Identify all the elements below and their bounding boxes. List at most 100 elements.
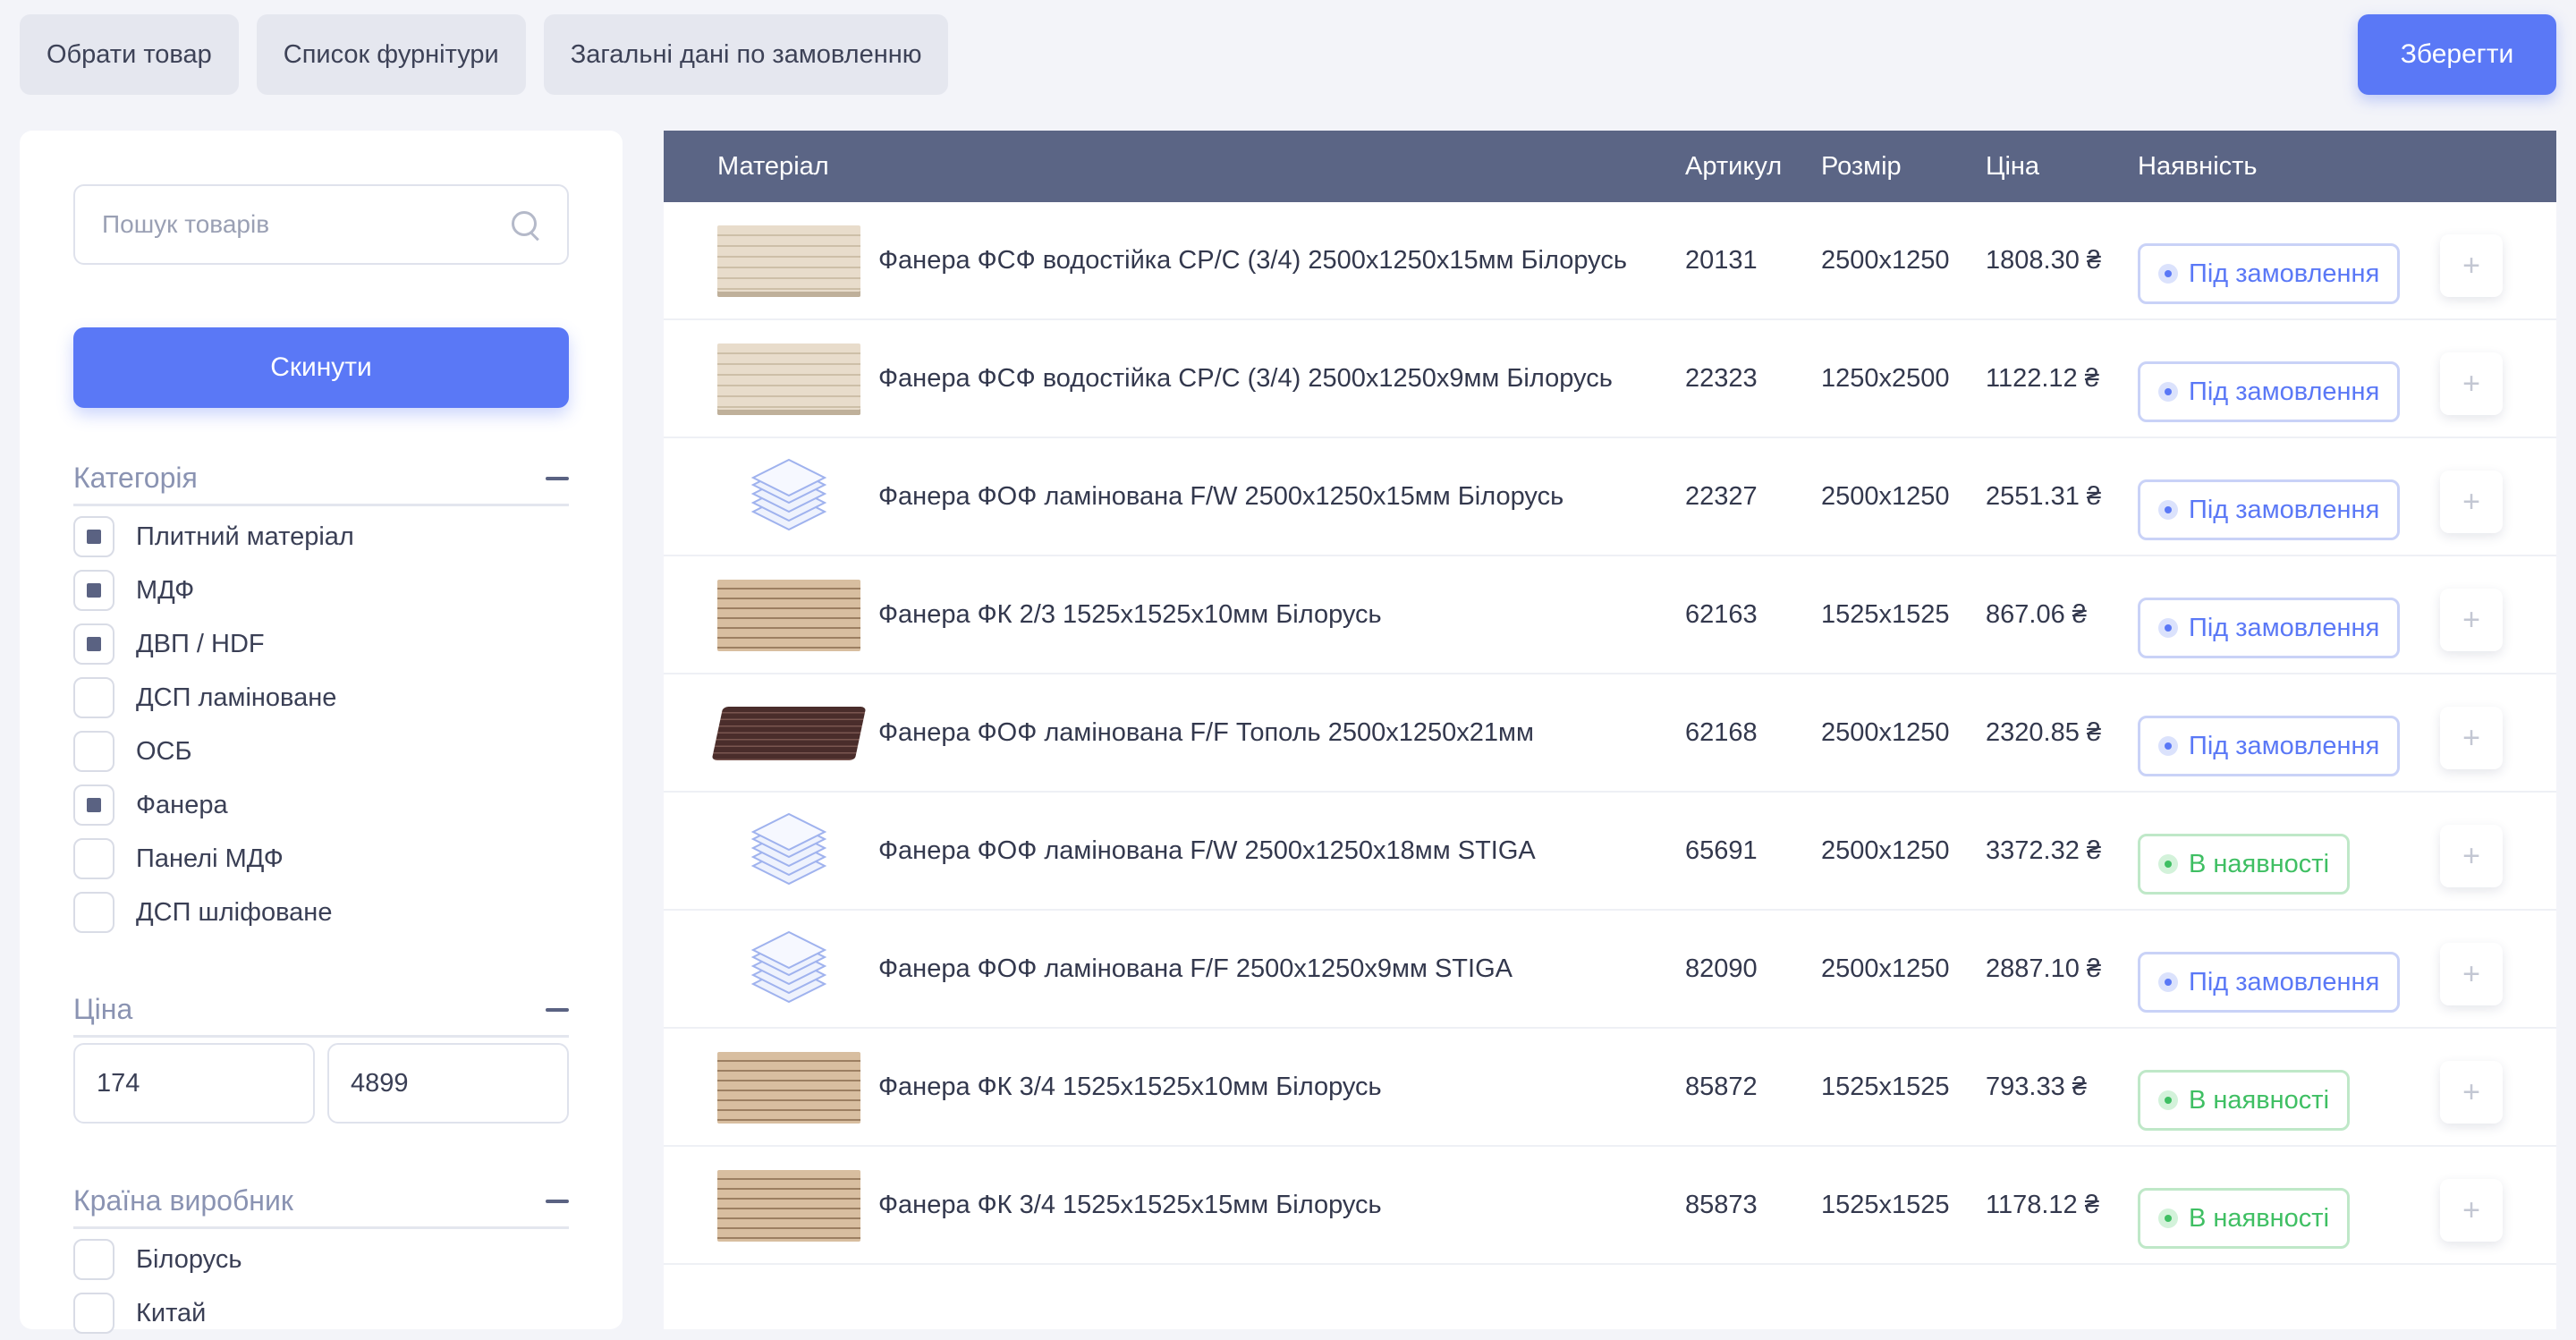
add-button[interactable]: +: [2440, 1179, 2503, 1242]
status-badge: Під замовлення: [2138, 479, 2401, 540]
product-thumbnail: [717, 1052, 860, 1124]
checkbox[interactable]: [73, 838, 114, 879]
search-input[interactable]: Пошук товарів: [73, 184, 569, 265]
checkbox[interactable]: [73, 623, 114, 665]
status-label: В наявності: [2189, 1203, 2330, 1233]
checkbox[interactable]: [73, 677, 114, 718]
product-price: 793.33 ₴: [1986, 1073, 2087, 1101]
checkbox[interactable]: [73, 784, 114, 826]
product-size: 1525х1525: [1821, 600, 1950, 629]
table-row[interactable]: Фанера ФОФ ламінована F/W 2500х1250х18мм…: [664, 793, 2556, 911]
status-dot-icon: [2158, 854, 2178, 874]
checkbox[interactable]: [73, 570, 114, 611]
search-placeholder: Пошук товарів: [102, 210, 270, 238]
product-name: Фанера ФК 3/4 1525х1525х15мм Білорусь: [878, 1191, 1382, 1219]
checkbox-label: ДСП ламіноване: [136, 683, 337, 712]
table-row[interactable]: Фанера ФК 2/3 1525х1525х10мм Білорусь 621…: [664, 556, 2556, 674]
status-dot-icon: [2158, 618, 2178, 638]
status-label: Під замовлення: [2189, 495, 2380, 524]
status-badge: Під замовлення: [2138, 952, 2401, 1013]
product-price: 1808.30 ₴: [1986, 246, 2102, 275]
reset-button[interactable]: Скинути: [73, 327, 569, 408]
checkbox-row[interactable]: ДСП шліфоване: [73, 886, 569, 939]
add-button[interactable]: +: [2440, 471, 2503, 533]
status-label: Під замовлення: [2189, 967, 2380, 997]
add-button[interactable]: +: [2440, 589, 2503, 651]
status-label: Під замовлення: [2189, 259, 2380, 288]
product-size: 2500х1250: [1821, 718, 1950, 747]
tab-hardware-list[interactable]: Список фурнітури: [256, 14, 526, 95]
product-thumbnail: [711, 707, 867, 760]
status-badge: Під замовлення: [2138, 243, 2401, 304]
save-button[interactable]: Зберегти: [2358, 14, 2556, 95]
product-article: 62163: [1685, 600, 1758, 629]
product-price: 3372.32 ₴: [1986, 836, 2102, 865]
checkbox[interactable]: [73, 1239, 114, 1280]
category-section-header[interactable]: Категорія: [73, 453, 569, 506]
tab-select-product[interactable]: Обрати товар: [20, 14, 239, 95]
checkbox[interactable]: [73, 1293, 114, 1334]
collapse-minus-icon[interactable]: [546, 1199, 569, 1203]
add-button[interactable]: +: [2440, 943, 2503, 1005]
plus-icon: +: [2462, 248, 2480, 283]
top-tabs: Обрати товар Список фурнітури Загальні д…: [20, 14, 949, 95]
status-dot-icon: [2158, 1090, 2178, 1110]
search-icon[interactable]: [510, 209, 540, 240]
product-name: Фанера ФСФ водостійка СР/С (3/4) 2500х12…: [878, 246, 1627, 275]
table-row[interactable]: Фанера ФСФ водостійка СР/С (3/4) 2500х12…: [664, 320, 2556, 438]
table-row[interactable]: Фанера ФОФ ламінована F/F Тополь 2500х12…: [664, 674, 2556, 793]
checkbox-row[interactable]: ДСП ламіноване: [73, 671, 569, 725]
add-button[interactable]: +: [2440, 707, 2503, 769]
product-name: Фанера ФК 3/4 1525х1525х10мм Білорусь: [878, 1073, 1382, 1101]
checkbox-row[interactable]: Китай: [73, 1286, 569, 1340]
product-price: 2551.31 ₴: [1986, 482, 2102, 511]
status-label: Під замовлення: [2189, 613, 2380, 642]
country-section-header[interactable]: Країна виробник: [73, 1175, 569, 1229]
checkbox[interactable]: [73, 516, 114, 557]
status-dot-icon: [2158, 1209, 2178, 1228]
price-max-input[interactable]: 4899: [327, 1043, 569, 1124]
status-badge: В наявності: [2138, 1188, 2351, 1249]
product-name: Фанера ФОФ ламінована F/W 2500х1250х15мм…: [878, 482, 1564, 511]
checkbox-row[interactable]: Білорусь: [73, 1233, 569, 1286]
status-dot-icon: [2158, 736, 2178, 756]
collapse-minus-icon[interactable]: [546, 1007, 569, 1012]
checkbox-label: Китай: [136, 1298, 207, 1327]
plus-icon: +: [2462, 838, 2480, 873]
checkbox[interactable]: [73, 731, 114, 772]
product-thumbnail: [717, 343, 860, 415]
checkbox-row[interactable]: ОСБ: [73, 725, 569, 778]
checkbox-row[interactable]: МДФ: [73, 564, 569, 617]
product-article: 22327: [1685, 482, 1758, 511]
category-title: Категорія: [73, 462, 198, 494]
checkbox-row[interactable]: Плитний матеріал: [73, 510, 569, 564]
product-thumbnail: [717, 225, 860, 297]
price-section-header[interactable]: Ціна: [73, 984, 569, 1038]
plus-icon: +: [2462, 1192, 2480, 1227]
checkbox-row[interactable]: ДВП / HDF: [73, 617, 569, 671]
add-button[interactable]: +: [2440, 825, 2503, 887]
checkbox-label: Білорусь: [136, 1244, 242, 1274]
add-button[interactable]: +: [2440, 234, 2503, 297]
table-row[interactable]: Фанера ФСФ водостійка СР/С (3/4) 2500х12…: [664, 202, 2556, 320]
product-article: 20131: [1685, 246, 1758, 275]
add-button[interactable]: +: [2440, 352, 2503, 415]
placeholder-image-icon: [749, 812, 829, 889]
product-article: 85872: [1685, 1073, 1758, 1101]
table-row[interactable]: Фанера ФК 3/4 1525х1525х15мм Білорусь 858…: [664, 1147, 2556, 1265]
status-dot-icon: [2158, 972, 2178, 992]
table-row[interactable]: Фанера ФК 3/4 1525х1525х10мм Білорусь 858…: [664, 1029, 2556, 1147]
checkbox-row[interactable]: Фанера: [73, 778, 569, 832]
collapse-minus-icon[interactable]: [546, 476, 569, 480]
plus-icon: +: [2462, 1074, 2480, 1109]
tab-order-details[interactable]: Загальні дані по замовленню: [543, 14, 949, 95]
price-min-input[interactable]: 174: [73, 1043, 315, 1124]
product-size: 1525х1525: [1821, 1191, 1950, 1219]
table-row[interactable]: Фанера ФОФ ламінована F/W 2500х1250х15мм…: [664, 438, 2556, 556]
table-row[interactable]: Фанера ФОФ ламінована F/F 2500х1250х9мм …: [664, 911, 2556, 1029]
status-badge: В наявності: [2138, 834, 2351, 895]
checkbox-row[interactable]: Панелі МДФ: [73, 832, 569, 886]
checkbox[interactable]: [73, 892, 114, 933]
status-badge: Під замовлення: [2138, 598, 2401, 658]
add-button[interactable]: +: [2440, 1061, 2503, 1124]
